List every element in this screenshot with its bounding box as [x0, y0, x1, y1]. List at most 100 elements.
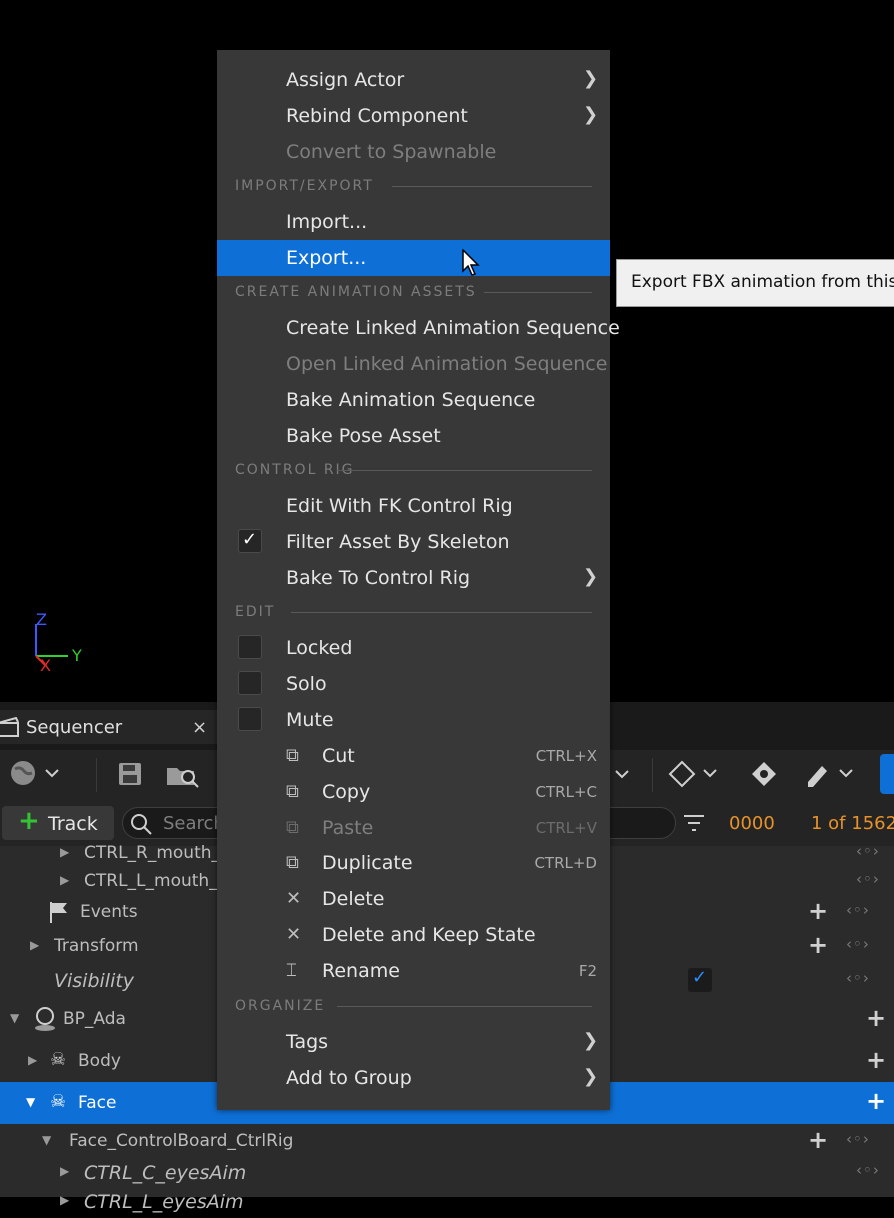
skeleton-icon: ☠: [50, 1049, 67, 1070]
menu-item-locked[interactable]: Locked: [217, 630, 610, 666]
menu-item-label: Create Linked Animation Sequence: [286, 317, 620, 339]
expand-arrow-icon[interactable]: ▶: [60, 1193, 69, 1207]
section-divider: [337, 1006, 592, 1007]
menu-item-label: Copy: [322, 781, 371, 803]
menu-item-label: Assign Actor: [286, 69, 405, 91]
menu-item-cut[interactable]: ⧉ Cut CTRL+X: [217, 738, 610, 774]
duplicate-icon: ⧉: [286, 852, 299, 873]
shortcut-label: CTRL+D: [534, 854, 597, 872]
menu-item-rename[interactable]: ⌶ Rename F2: [217, 953, 610, 989]
menu-item-bake-anim[interactable]: Bake Animation Sequence: [217, 382, 610, 418]
add-key-plus-icon[interactable]: +: [808, 897, 828, 925]
menu-item-label: Tags: [286, 1031, 329, 1053]
locked-checkbox[interactable]: [238, 635, 262, 659]
solo-checkbox[interactable]: [238, 671, 262, 695]
tree-row-label: Transform: [54, 936, 139, 956]
close-tab-button[interactable]: ×: [192, 717, 207, 738]
tree-row-label: CTRL_C_eyesAim: [84, 1162, 247, 1184]
add-track-button[interactable]: + Track: [2, 806, 114, 840]
delete-icon: ✕: [286, 924, 302, 945]
menu-item-label: Duplicate: [322, 852, 413, 874]
tree-row-label: Events: [80, 902, 138, 922]
collapse-arrow-icon[interactable]: ▼: [26, 1095, 35, 1109]
chevron-right-icon: ❯: [583, 68, 599, 89]
menu-item-import[interactable]: Import...: [217, 204, 610, 240]
accent-button-edge[interactable]: [880, 754, 894, 794]
add-track-plus-icon[interactable]: +: [866, 1004, 886, 1032]
menu-item-label: Import...: [286, 211, 368, 233]
expand-arrow-icon[interactable]: ▶: [60, 873, 69, 887]
menu-item-create-linked-anim[interactable]: Create Linked Animation Sequence: [217, 310, 620, 346]
menu-item-tags[interactable]: Tags ❯: [217, 1024, 610, 1060]
add-key-plus-icon[interactable]: +: [808, 931, 828, 959]
pencil-icon[interactable]: [804, 760, 856, 788]
expand-arrow-icon[interactable]: ▶: [60, 845, 69, 859]
menu-item-convert-spawnable: Convert to Spawnable: [217, 134, 610, 170]
world-icon[interactable]: [10, 760, 62, 788]
menu-item-label: Delete: [322, 888, 385, 910]
menu-item-delete-keep-state[interactable]: ✕ Delete and Keep State: [217, 917, 610, 953]
menu-item-label: Edit With FK Control Rig: [286, 495, 513, 517]
menu-item-label: Delete and Keep State: [322, 924, 536, 946]
key-nav-icon[interactable]: ‹◦›: [856, 1161, 880, 1179]
browse-icon[interactable]: [166, 760, 200, 788]
key-nav-icon[interactable]: ‹◦›: [856, 842, 880, 860]
add-track-plus-icon[interactable]: +: [866, 1046, 886, 1074]
menu-item-solo[interactable]: Solo: [217, 666, 610, 702]
filter-icon[interactable]: [682, 812, 706, 834]
add-key-plus-icon[interactable]: +: [808, 1126, 828, 1154]
rename-icon: ⌶: [286, 960, 297, 981]
menu-item-label: Convert to Spawnable: [286, 141, 497, 163]
tree-row[interactable]: ▶ CTRL_L_eyesAim: [0, 1184, 894, 1218]
save-icon[interactable]: [118, 762, 142, 786]
tree-row-label: CTRL_R_mouth_t: [84, 843, 227, 863]
menu-item-duplicate[interactable]: ⧉ Duplicate CTRL+D: [217, 845, 610, 881]
collapse-arrow-icon[interactable]: ▼: [10, 1011, 19, 1025]
menu-item-bake-pose[interactable]: Bake Pose Asset: [217, 418, 610, 454]
menu-item-label: Bake To Control Rig: [286, 567, 471, 589]
mute-checkbox[interactable]: [238, 707, 262, 731]
expand-arrow-icon[interactable]: ▶: [30, 938, 39, 952]
menu-item-mute[interactable]: Mute: [217, 702, 610, 738]
tree-row[interactable]: ▼ Face_ControlBoard_CtrlRig + ‹◦›: [0, 1124, 894, 1158]
menu-item-bake-to-control-rig[interactable]: Bake To Control Rig ❯: [217, 560, 610, 596]
expand-arrow-icon[interactable]: ▶: [60, 1164, 69, 1178]
menu-item-add-to-group[interactable]: Add to Group ❯: [217, 1060, 610, 1096]
clapper-icon: [0, 717, 19, 737]
key-nav-icon[interactable]: ‹◦›: [856, 870, 880, 888]
filter-skeleton-checkbox[interactable]: [238, 529, 262, 553]
tree-row-label: Face: [78, 1093, 117, 1113]
collapse-arrow-icon[interactable]: ▼: [42, 1133, 51, 1147]
sequencer-tab[interactable]: Sequencer ×: [0, 710, 217, 744]
shortcut-label: CTRL+V: [535, 819, 597, 837]
menu-item-filter-asset-by-skeleton[interactable]: Filter Asset By Skeleton: [217, 524, 610, 560]
shortcut-label: CTRL+X: [535, 747, 597, 765]
key-diamond-icon[interactable]: [668, 760, 720, 788]
axis-x-label: X: [40, 656, 51, 675]
chevron-right-icon: ❯: [583, 1066, 599, 1087]
expand-arrow-icon[interactable]: ▶: [28, 1053, 37, 1067]
current-frame[interactable]: 0000: [729, 813, 775, 834]
menu-item-delete[interactable]: ✕ Delete: [217, 881, 610, 917]
menu-item-rebind-component[interactable]: Rebind Component ❯: [217, 98, 610, 134]
key-nav-icon[interactable]: ‹◦›: [846, 901, 870, 919]
key-nav-icon[interactable]: ‹◦›: [846, 935, 870, 953]
menu-item-assign-actor[interactable]: Assign Actor ❯: [217, 62, 610, 98]
key-nav-icon[interactable]: ‹◦›: [846, 1130, 870, 1148]
section-header-organize: ORGANIZE: [235, 998, 326, 1014]
shortcut-label: F2: [578, 962, 597, 980]
visibility-checkbox[interactable]: ✓: [688, 967, 712, 992]
section-divider: [484, 292, 592, 293]
menu-item-label: Add to Group: [286, 1067, 412, 1089]
axis-y-label: Y: [72, 646, 82, 665]
menu-item-edit-fk-control-rig[interactable]: Edit With FK Control Rig: [217, 488, 610, 524]
tree-row-label: Body: [78, 1051, 121, 1071]
add-track-plus-icon[interactable]: +: [866, 1087, 886, 1115]
menu-item-export[interactable]: Export...: [217, 240, 610, 276]
menu-item-label: Cut: [322, 745, 355, 767]
chevron-down-icon[interactable]: [614, 766, 630, 782]
key-nav-icon[interactable]: ‹◦›: [846, 969, 870, 987]
menu-item-copy[interactable]: ⧉ Copy CTRL+C: [217, 774, 610, 810]
key-snap-icon[interactable]: [750, 760, 780, 788]
menu-item-label: Rename: [322, 960, 400, 982]
